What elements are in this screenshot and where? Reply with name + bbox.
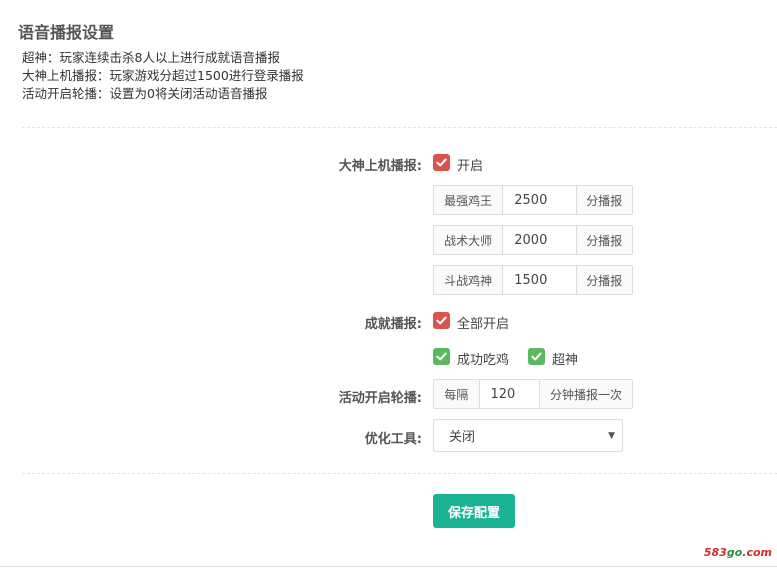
achievement-chicken-checkbox[interactable] (433, 348, 450, 365)
check-icon (531, 352, 542, 361)
caret-down-icon: ▼ (608, 431, 615, 441)
threshold-prefix: 战术大师 (434, 226, 504, 254)
save-config-button[interactable]: 保存配置 (433, 494, 515, 528)
carousel-suffix: 分钟播报一次 (538, 380, 632, 408)
god-broadcast-checkbox[interactable] (433, 154, 450, 171)
achievement-chicken-label: 成功吃鸡 (457, 353, 510, 368)
description-line: 超神：玩家连续击杀8人以上进行成就语音播报 (22, 50, 280, 65)
achievement-all-checkbox[interactable] (433, 312, 450, 329)
threshold-prefix: 最强鸡王 (434, 186, 504, 214)
threshold-input[interactable]: 2500 (503, 186, 575, 214)
carousel-label: 活动开启轮播: (338, 391, 422, 406)
threshold-row-chicken-king: 最强鸡王 2500 分播报 (433, 185, 633, 215)
threshold-suffix: 分播报 (575, 186, 632, 214)
threshold-row-tactics-master: 战术大师 2000 分播报 (433, 225, 633, 255)
achievement-godlike-label: 超神 (552, 353, 579, 368)
threshold-input[interactable]: 1500 (503, 266, 575, 294)
threshold-prefix: 斗战鸡神 (434, 266, 504, 294)
carousel-interval-group: 每隔 120 分钟播报一次 (433, 379, 633, 409)
divider (22, 473, 777, 474)
description-line: 活动开启轮播：设置为0将关闭活动语音播报 (22, 86, 268, 101)
threshold-suffix: 分播报 (575, 226, 632, 254)
threshold-suffix: 分播报 (575, 266, 632, 294)
divider (22, 127, 777, 128)
check-icon (436, 316, 447, 325)
description-line: 大神上机播报：玩家游戏分超过1500进行登录播报 (22, 68, 304, 83)
page-title: 语音播报设置 (18, 23, 115, 42)
god-broadcast-checkbox-label: 开启 (457, 159, 484, 174)
god-broadcast-label: 大神上机播报: (338, 159, 422, 174)
optimize-label: 优化工具: (364, 432, 422, 447)
optimize-select[interactable]: 关闭 ▼ (433, 419, 623, 452)
check-icon (436, 352, 447, 361)
optimize-selected-value: 关闭 (449, 430, 476, 445)
achievement-godlike-checkbox[interactable] (528, 348, 545, 365)
threshold-input[interactable]: 2000 (503, 226, 575, 254)
watermark-logo: 583go.com (703, 546, 772, 559)
check-icon (436, 158, 447, 167)
carousel-prefix: 每隔 (434, 380, 480, 408)
bottom-border (0, 566, 777, 567)
carousel-interval-input[interactable]: 120 (480, 380, 539, 408)
threshold-row-battle-god: 斗战鸡神 1500 分播报 (433, 265, 633, 295)
achievement-label: 成就播报: (364, 317, 422, 332)
achievement-all-label: 全部开启 (457, 317, 510, 332)
